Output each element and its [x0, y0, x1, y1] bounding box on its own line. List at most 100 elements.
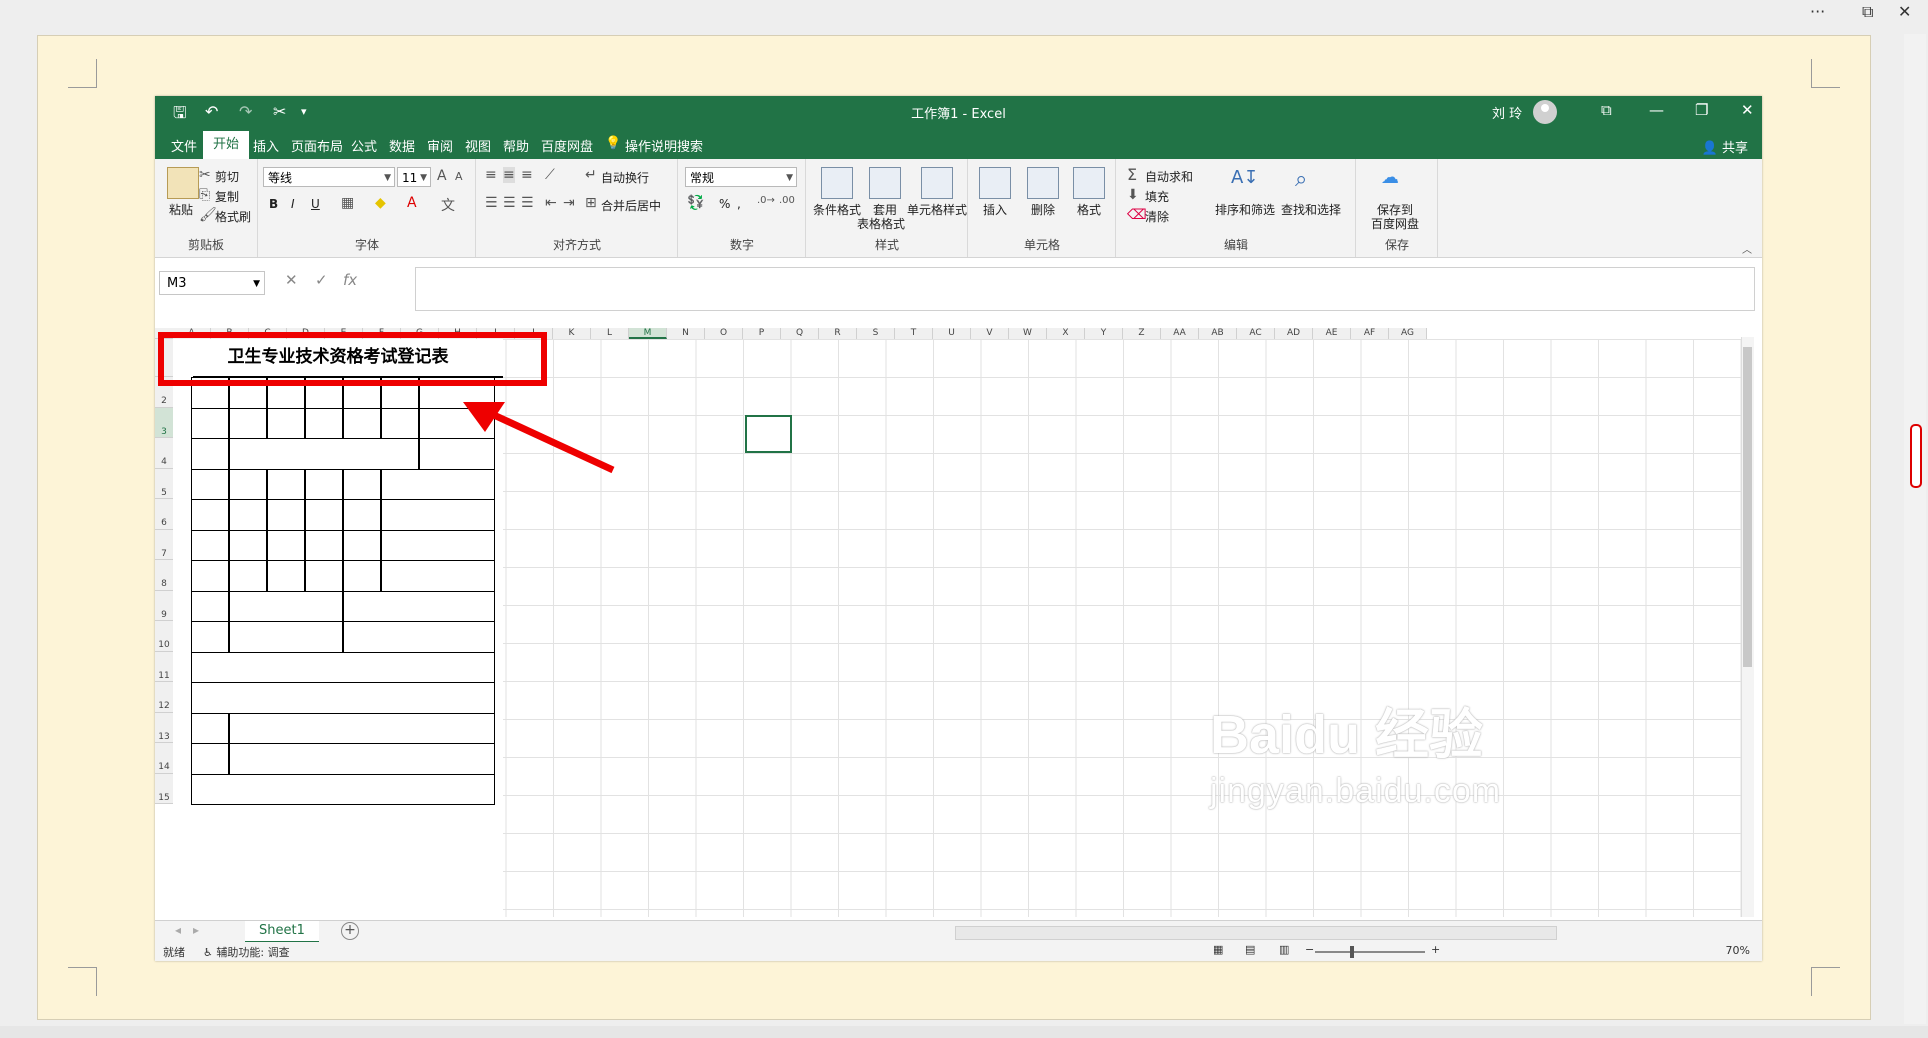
column-header-z[interactable]: Z [1123, 328, 1161, 339]
form-cell[interactable] [229, 438, 419, 470]
column-header-p[interactable]: P [743, 328, 781, 339]
more-icon[interactable]: ··· [1810, 2, 1825, 21]
row-header-10[interactable]: 10 [155, 621, 173, 652]
form-cell[interactable] [305, 560, 343, 592]
form-cell[interactable] [267, 499, 305, 531]
orientation-icon[interactable]: ⟋ [545, 167, 555, 183]
row-header-5[interactable]: 5 [155, 468, 173, 499]
form-cell[interactable] [229, 560, 267, 592]
form-cell[interactable] [381, 560, 495, 592]
column-header-s[interactable]: S [857, 328, 895, 339]
zoom-slider[interactable] [1315, 951, 1425, 953]
decrease-decimal-icon[interactable]: .00 [779, 195, 795, 206]
tell-me-search[interactable]: 操作说明搜索 [625, 136, 703, 155]
bottom-scrollbar[interactable] [0, 1026, 1928, 1038]
scroll-right-icon[interactable]: ▸ [193, 923, 199, 937]
normal-view-icon[interactable]: ▦ [1213, 943, 1223, 956]
font-size-select[interactable]: 11 ▼ [397, 167, 431, 187]
paste-button[interactable]: 粘贴 [169, 201, 193, 218]
number-format-select[interactable]: 常规 ▼ [685, 167, 797, 187]
format-cells-icon[interactable] [1073, 167, 1105, 199]
format-as-table-icon[interactable] [869, 167, 901, 199]
form-cell[interactable] [191, 621, 229, 653]
column-header-x[interactable]: X [1047, 328, 1085, 339]
form-cell[interactable] [229, 407, 267, 439]
font-grow-icon[interactable]: A [437, 168, 447, 184]
form-cell[interactable] [191, 468, 229, 500]
align-center-icon[interactable]: ☰ [503, 195, 516, 211]
row-header-7[interactable]: 7 [155, 529, 173, 560]
sort-filter-icon[interactable]: A↧ [1231, 167, 1261, 197]
form-cell[interactable] [191, 743, 229, 775]
column-header-l[interactable]: L [591, 328, 629, 339]
form-cell[interactable] [305, 407, 343, 439]
outer-close-icon[interactable]: ✕ [1898, 2, 1911, 21]
format-cells-button[interactable]: 格式 [1077, 201, 1101, 218]
align-right-icon[interactable]: ☰ [521, 195, 534, 211]
tab-formulas[interactable]: 公式 [351, 136, 377, 155]
column-header-w[interactable]: W [1009, 328, 1047, 339]
form-cell[interactable] [229, 621, 343, 653]
font-name-select[interactable]: 等线 ▼ [263, 167, 395, 187]
increase-decimal-icon[interactable]: .0→ [757, 195, 775, 206]
form-cell[interactable] [343, 621, 495, 653]
form-cell[interactable] [343, 407, 381, 439]
bold-button[interactable]: B [269, 197, 278, 211]
tab-help[interactable]: 帮助 [503, 136, 529, 155]
italic-button[interactable]: I [291, 197, 295, 211]
confirm-entry-icon[interactable]: ✓ [315, 271, 328, 289]
row-header-15[interactable]: 15 [155, 773, 173, 804]
vscroll-thumb[interactable] [1743, 347, 1752, 667]
form-cell[interactable] [305, 499, 343, 531]
column-header-ae[interactable]: AE [1313, 328, 1351, 339]
baidu-netdisk-icon[interactable]: ☁ [1381, 167, 1411, 197]
conditional-format-icon[interactable] [821, 167, 853, 199]
phonetic-icon[interactable]: 文 [441, 195, 455, 215]
insert-cells-icon[interactable] [979, 167, 1011, 199]
ribbon-display-icon[interactable]: ⧉ [1601, 101, 1612, 119]
column-header-ac[interactable]: AC [1237, 328, 1275, 339]
restore-icon[interactable]: ⧉ [1862, 2, 1873, 22]
tab-data[interactable]: 数据 [389, 136, 415, 155]
row-header-4[interactable]: 4 [155, 438, 173, 469]
form-cell[interactable] [343, 529, 381, 561]
wrap-text-button[interactable]: 自动换行 [601, 169, 649, 186]
row-header-9[interactable]: 9 [155, 590, 173, 621]
form-cell[interactable] [381, 529, 495, 561]
row-header-6[interactable]: 6 [155, 499, 173, 530]
form-cell[interactable] [267, 560, 305, 592]
page-layout-view-icon[interactable]: ▤ [1245, 943, 1255, 956]
form-cell[interactable] [229, 499, 267, 531]
column-header-v[interactable]: V [971, 328, 1009, 339]
form-cell[interactable] [381, 499, 495, 531]
zoom-out-icon[interactable]: − [1305, 943, 1314, 956]
row-header-14[interactable]: 14 [155, 743, 173, 774]
border-icon[interactable]: ▦ [341, 195, 354, 211]
form-cell[interactable] [191, 773, 495, 805]
column-header-o[interactable]: O [705, 328, 743, 339]
column-header-t[interactable]: T [895, 328, 933, 339]
cancel-entry-icon[interactable]: ✕ [285, 271, 298, 289]
delete-cells-icon[interactable] [1027, 167, 1059, 199]
form-cell[interactable] [229, 590, 343, 622]
column-header-r[interactable]: R [819, 328, 857, 339]
decrease-indent-icon[interactable]: ⇤ [545, 195, 557, 211]
column-header-ab[interactable]: AB [1199, 328, 1237, 339]
form-cell[interactable] [191, 529, 229, 561]
column-header-y[interactable]: Y [1085, 328, 1123, 339]
clear-button[interactable]: 清除 [1145, 208, 1169, 225]
insert-cells-button[interactable]: 插入 [983, 201, 1007, 218]
form-cell[interactable] [343, 499, 381, 531]
fill-color-icon[interactable]: ◆ [375, 195, 386, 211]
zoom-slider-thumb[interactable] [1350, 946, 1354, 958]
zoom-level[interactable]: 70% [1726, 944, 1750, 957]
share-button[interactable]: 👤 共享 [1702, 137, 1748, 156]
insert-function-icon[interactable]: fx [343, 271, 357, 289]
form-cell[interactable] [191, 499, 229, 531]
form-cell[interactable] [267, 529, 305, 561]
formula-input[interactable] [415, 267, 1755, 311]
cell-styles-button[interactable]: 单元格样式 [907, 201, 967, 218]
form-cell[interactable] [191, 682, 495, 714]
form-cell[interactable] [191, 560, 229, 592]
autosum-button[interactable]: 自动求和 [1145, 168, 1193, 185]
